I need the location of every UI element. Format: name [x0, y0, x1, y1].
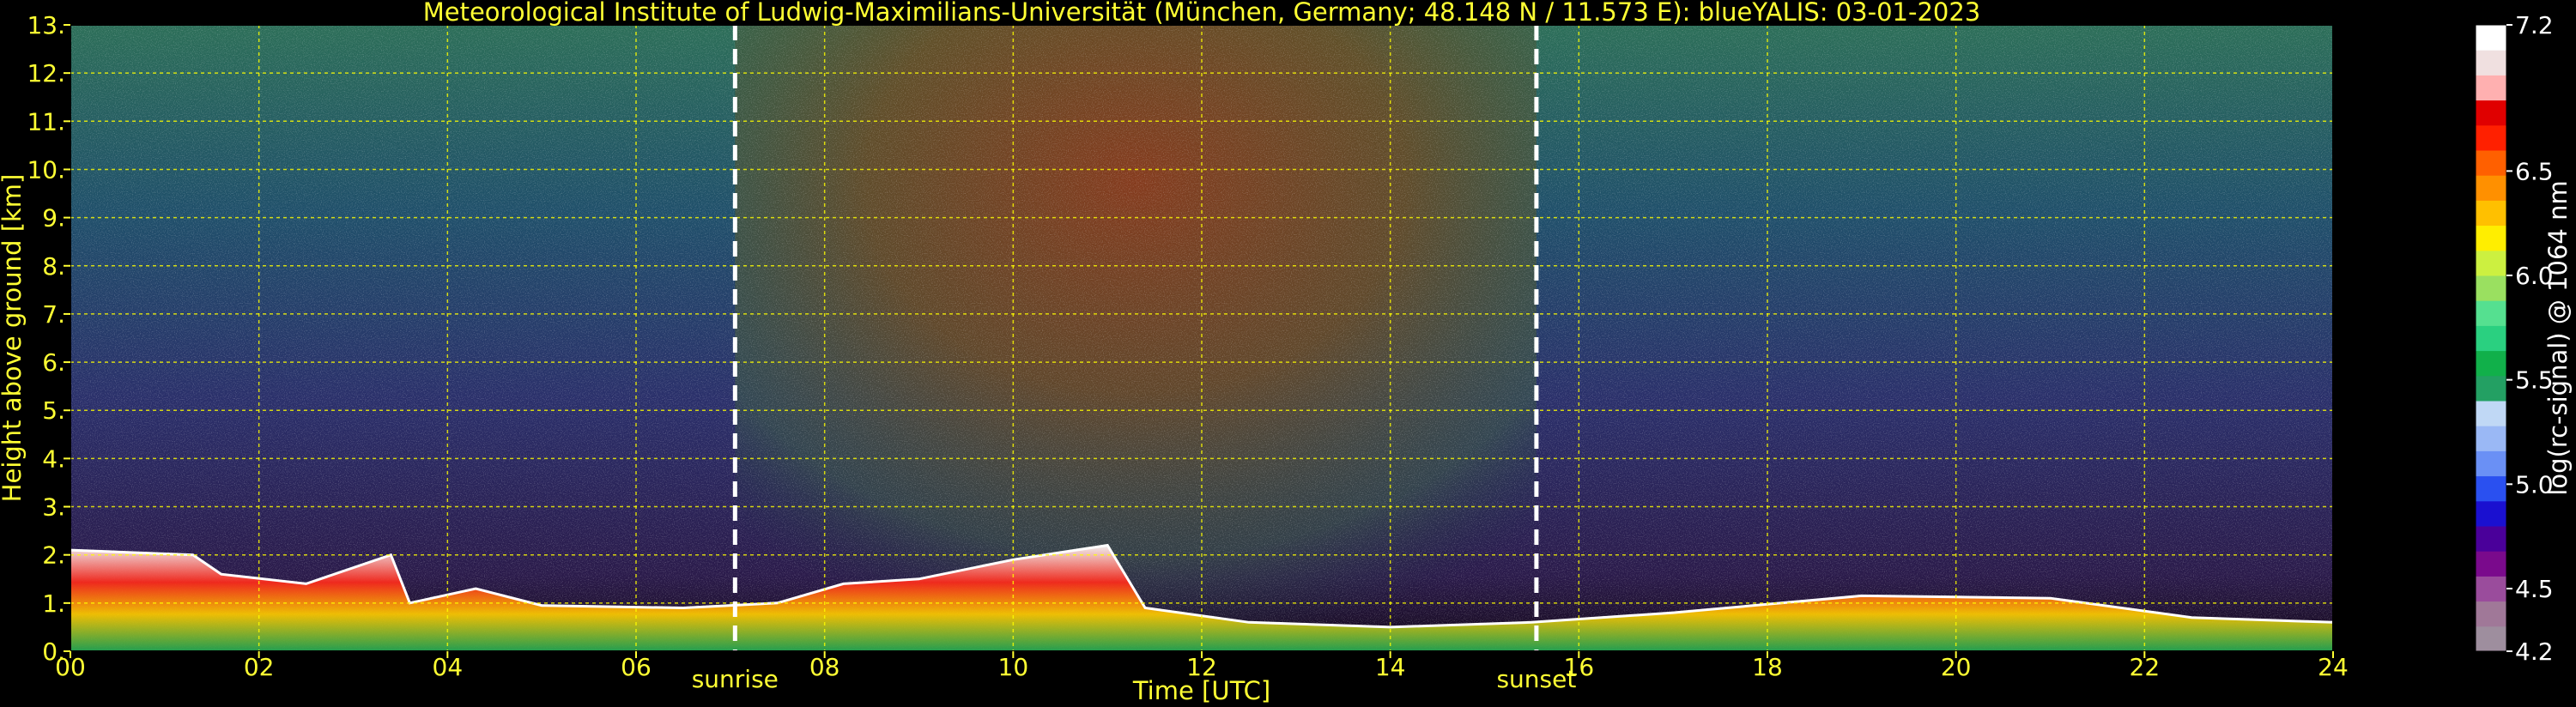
colorbar-segment: [2476, 124, 2506, 151]
x-tick-label: 18: [1752, 653, 1783, 681]
colorbar-segment: [2476, 426, 2506, 451]
sunrise-label: sunrise: [692, 665, 779, 693]
colorbar-segment: [2476, 200, 2506, 227]
x-tick-label: 06: [621, 653, 652, 681]
colorbar-segment: [2476, 475, 2506, 502]
y-tick-label: 4.: [42, 444, 65, 473]
x-tick-label: 20: [1941, 653, 1972, 681]
colorbar-segment: [2476, 175, 2506, 201]
colorbar-segment: [2476, 576, 2506, 602]
colorbar-segment: [2476, 350, 2506, 377]
y-tick-label: 3.: [42, 493, 65, 522]
x-tick-label: 14: [1375, 653, 1406, 681]
colorbar-segment: [2476, 50, 2506, 76]
y-tick-label: 7.: [42, 300, 65, 329]
colorbar-segment: [2476, 601, 2506, 627]
y-tick-label: 6.: [42, 348, 65, 377]
x-tick-label: 02: [244, 653, 275, 681]
colorbar-segment: [2476, 75, 2506, 101]
colorbar-segment: [2476, 250, 2506, 276]
x-tick-label: 24: [2318, 653, 2349, 681]
y-tick-label: 9.: [42, 204, 65, 233]
y-axis: 0. 1. 2. 3. 4. 5. 6. 7. 8. 9. 10. 11. 12. 13.: [27, 11, 70, 666]
colorbar-label: log(rc-signal) @ 1064 nm: [2543, 180, 2573, 495]
colorbar-segment: [2476, 150, 2506, 176]
colorbar-tick-label: 4.2: [2515, 638, 2554, 666]
y-tick-label: 2.: [42, 541, 65, 570]
y-tick-label: 10.: [27, 155, 65, 184]
colorbar-segment: [2476, 225, 2506, 251]
y-tick-label: 0.: [42, 638, 65, 666]
colorbar: 4.24.55.05.56.06.57.2 log(rc-signal) @ 1…: [2475, 11, 2573, 666]
colorbar-segment: [2476, 275, 2506, 301]
colorbar-segment: [2476, 401, 2506, 426]
x-tick-label: 08: [809, 653, 840, 681]
y-tick-label: 5.: [42, 396, 65, 425]
colorbar-segment: [2476, 25, 2506, 51]
colorbar-segments: [2475, 24, 2507, 652]
colorbar-segment: [2476, 526, 2506, 552]
noise-speckle: [70, 25, 2333, 651]
y-tick-label: 11.: [27, 107, 65, 136]
chart-title: Meteorological Institute of Ludwig-Maxim…: [423, 0, 1981, 27]
y-tick-label: 13.: [27, 11, 65, 39]
colorbar-segment: [2476, 375, 2506, 402]
colorbar-segment: [2476, 325, 2506, 352]
x-axis-label: Time [UTC]: [1132, 676, 1270, 705]
y-tick-label: 12.: [27, 59, 65, 88]
sunset-label: sunset: [1496, 665, 1576, 693]
x-tick-label: 04: [433, 653, 464, 681]
colorbar-segment: [2476, 625, 2506, 652]
x-tick-label: 10: [998, 653, 1029, 681]
plot-area: [70, 24, 2334, 652]
colorbar-segment: [2476, 100, 2506, 126]
y-axis-label: Height above ground [km]: [0, 174, 27, 503]
x-tick-label: 22: [2130, 653, 2161, 681]
y-tick-label: 8.: [42, 252, 65, 281]
colorbar-segment: [2476, 551, 2506, 577]
colorbar-segment: [2476, 450, 2506, 477]
colorbar-segment: [2476, 300, 2506, 326]
colorbar-segment: [2476, 500, 2506, 527]
colorbar-tick-label: 7.2: [2515, 11, 2554, 39]
colorbar-tick-label: 4.5: [2515, 575, 2554, 603]
lidar-figure: 00 02 04 06 08 10 12 14 16 18 20 22 24 0.1.2.3.4.5.6…: [0, 0, 2573, 705]
y-tick-label: 1.: [42, 589, 65, 618]
